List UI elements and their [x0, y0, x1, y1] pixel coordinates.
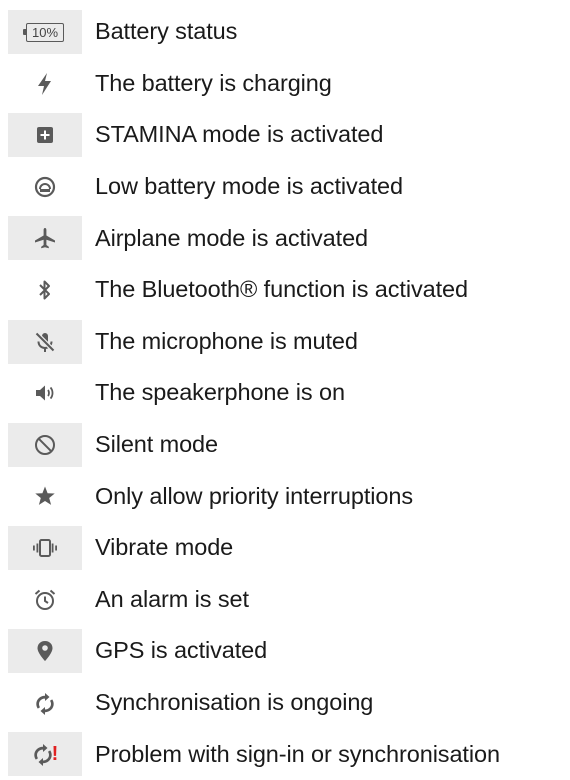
list-item-label: Low battery mode is activated: [95, 173, 403, 200]
status-icon-list: 10% Battery status The battery is chargi…: [8, 6, 570, 780]
icon-cell: [8, 629, 82, 674]
microphone-muted-icon: [34, 331, 56, 352]
list-item: GPS is activated: [8, 625, 570, 677]
list-item-label: Silent mode: [95, 431, 218, 458]
icon-cell: [8, 319, 82, 364]
vibrate-icon: [33, 538, 57, 557]
icon-cell: [8, 268, 82, 312]
list-item: The microphone is muted: [8, 316, 570, 368]
list-item-label: GPS is activated: [95, 637, 268, 664]
list-item-label: Vibrate mode: [95, 534, 234, 561]
icon-cell: 10%: [8, 10, 82, 54]
list-item-label: Battery status: [95, 18, 238, 45]
battery-status-icon: 10%: [23, 22, 64, 42]
icon-cell: [8, 525, 82, 570]
list-item: The speakerphone is on: [8, 367, 570, 419]
icon-cell: [8, 681, 82, 725]
charging-bolt-icon: [38, 72, 51, 95]
list-item-label: The microphone is muted: [95, 327, 358, 354]
list-item: Low battery mode is activated: [8, 161, 570, 213]
list-item-label: Airplane mode is activated: [95, 224, 369, 251]
star-icon: [35, 486, 55, 506]
list-item: Airplane mode is activated: [8, 212, 570, 264]
list-item: The Bluetooth® function is activated: [8, 264, 570, 316]
icon-cell: [8, 474, 82, 518]
list-item-label: Synchronisation is ongoing: [95, 689, 374, 716]
low-battery-gauge-icon: [34, 176, 56, 197]
list-item: An alarm is set: [8, 574, 570, 626]
airplane-icon: [35, 228, 55, 249]
icon-cell: [8, 578, 82, 622]
list-item: ! Problem with sign-in or synchronisatio…: [8, 728, 570, 780]
sync-icon: [36, 692, 54, 715]
list-item-label: The speakerphone is on: [95, 379, 345, 406]
list-item: Silent mode: [8, 419, 570, 471]
silent-mode-icon: [35, 434, 55, 455]
list-item-label: An alarm is set: [95, 585, 249, 612]
list-item: Vibrate mode: [8, 522, 570, 574]
list-item: The battery is charging: [8, 58, 570, 110]
icon-cell: [8, 371, 82, 415]
speakerphone-icon: [36, 385, 54, 401]
stamina-plus-icon: [37, 127, 53, 144]
list-item: Only allow priority interruptions: [8, 470, 570, 522]
icon-cell: [8, 113, 82, 158]
icon-cell: !: [8, 732, 82, 777]
icon-cell: [8, 422, 82, 467]
list-item-label: The battery is charging: [95, 69, 332, 96]
list-item: 10% Battery status: [8, 6, 570, 58]
list-item: STAMINA mode is activated: [8, 109, 570, 161]
alarm-clock-icon: [34, 589, 56, 610]
gps-pin-icon: [37, 641, 53, 662]
list-item-label: Only allow priority interruptions: [95, 482, 413, 509]
icon-cell: [8, 216, 82, 261]
icon-cell: [8, 62, 82, 106]
warning-mark: !: [51, 742, 59, 765]
bluetooth-icon: [39, 280, 50, 300]
list-item-label: STAMINA mode is activated: [95, 121, 384, 148]
list-item: Synchronisation is ongoing: [8, 677, 570, 729]
list-item-label: The Bluetooth® function is activated: [95, 276, 468, 303]
icon-cell: [8, 165, 82, 209]
list-item-label: Problem with sign-in or synchronisation: [95, 740, 500, 767]
sync-problem-icon: !: [32, 742, 59, 767]
